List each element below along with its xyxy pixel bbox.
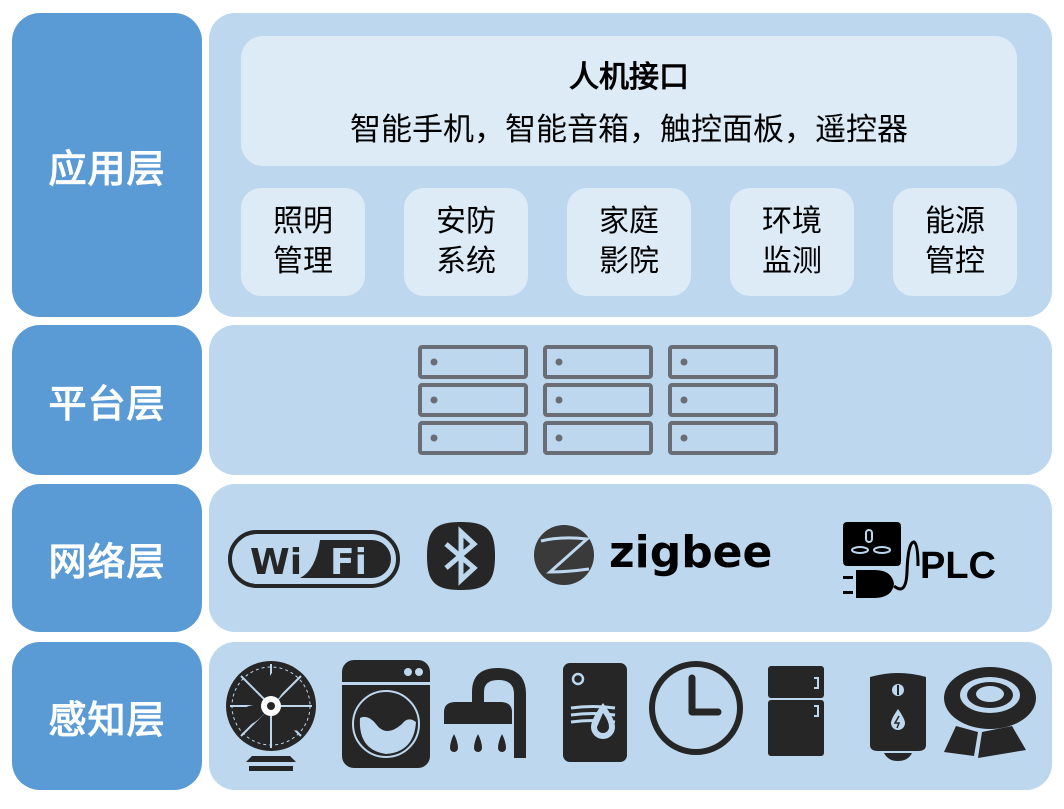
- subsystem-line2: 管控: [925, 244, 985, 279]
- subsystem-home-theater: 家庭 影院: [567, 188, 691, 296]
- subsystem-line2: 管理: [273, 244, 333, 279]
- hmi-box: 人机接口 智能手机，智能音箱，触控面板，遥控器: [241, 36, 1017, 166]
- washing-machine-icon: [342, 660, 430, 768]
- plc-icon: PLC: [843, 522, 996, 598]
- server-rack-icon: [668, 345, 778, 455]
- subsystem-security: 安防 系统: [404, 188, 528, 296]
- zigbee-logo-icon: zigbee: [534, 525, 772, 585]
- layer-label-platform: 平台层: [12, 325, 202, 475]
- water-heater-icon: [870, 673, 926, 761]
- bluetooth-icon: [427, 522, 495, 590]
- server-rack-icon: [418, 345, 528, 455]
- robot-vacuum-icon: [944, 667, 1036, 758]
- layer-label-text: 网络层: [48, 539, 166, 584]
- server-led-indicator: [555, 396, 563, 404]
- subsystem-line1: 环境: [762, 204, 822, 239]
- application-layer-panel: 人机接口 智能手机，智能音箱，触控面板，遥控器 照明 管理 安防 系统 家庭 影…: [209, 13, 1052, 317]
- subsystem-line2: 监测: [762, 244, 822, 279]
- subsystem-line1: 安防: [436, 204, 496, 239]
- layer-label-text: 感知层: [48, 697, 166, 742]
- subsystem-line1: 能源: [925, 204, 985, 239]
- subsystem-energy: 能源 管控: [893, 188, 1017, 296]
- subsystem-line1: 照明: [273, 204, 333, 239]
- layer-label-text: 平台层: [48, 381, 166, 426]
- humidifier-icon: [563, 663, 627, 762]
- fan-icon: [226, 661, 316, 771]
- subsystem-line1: 家庭: [599, 204, 659, 239]
- subsystem-line2: 系统: [436, 244, 496, 279]
- subsystem-lighting: 照明 管理: [241, 188, 365, 296]
- wifi-logo-icon: Wi Fi: [228, 530, 400, 588]
- server-led-indicator: [680, 358, 688, 366]
- layer-label-network: 网络层: [12, 484, 202, 632]
- server-led-indicator: [555, 434, 563, 442]
- hmi-title: 人机接口: [569, 60, 689, 95]
- server-led-indicator: [555, 358, 563, 366]
- server-led-indicator: [430, 434, 438, 442]
- zigbee-text: zigbee: [609, 527, 772, 578]
- subsystem-line2: 影院: [599, 244, 659, 279]
- server-led-indicator: [430, 358, 438, 366]
- layer-label-perception: 感知层: [12, 642, 202, 790]
- server-racks: [418, 345, 778, 455]
- server-led-indicator: [680, 396, 688, 404]
- layer-label-text: 应用层: [48, 146, 166, 191]
- server-led-indicator: [430, 396, 438, 404]
- layer-label-application: 应用层: [12, 13, 202, 317]
- clock-icon: [649, 661, 743, 755]
- server-rack-icon: [543, 345, 653, 455]
- subsystem-environment: 环境 监测: [730, 188, 854, 296]
- hmi-devices: 智能手机，智能音箱，触控面板，遥控器: [350, 112, 908, 148]
- plc-text: PLC: [920, 545, 996, 587]
- wifi-fi-text: Fi: [330, 542, 367, 583]
- refrigerator-icon: [768, 666, 824, 756]
- server-led-indicator: [680, 434, 688, 442]
- wifi-wi-text: Wi: [250, 542, 302, 583]
- shower-icon: [444, 668, 526, 758]
